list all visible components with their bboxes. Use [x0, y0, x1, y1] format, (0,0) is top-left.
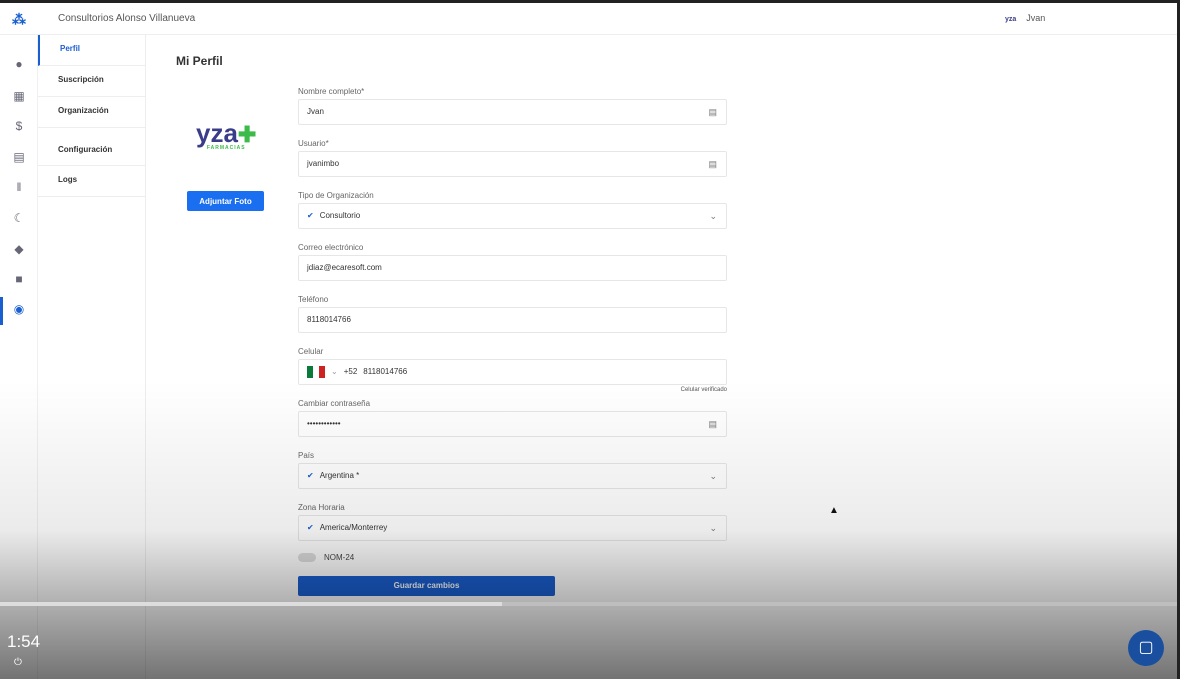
video-progress-bar[interactable]: [0, 602, 1180, 606]
submenu-organizacion[interactable]: Organización: [38, 97, 145, 128]
username-label: Usuario*: [298, 139, 329, 148]
password-label: Cambiar contraseña: [298, 399, 371, 408]
phone-label: Teléfono: [298, 295, 329, 304]
phone-input[interactable]: 8118014766: [298, 307, 727, 333]
chevron-down-icon: ⌄: [709, 523, 717, 533]
attach-photo-button[interactable]: Adjuntar Foto: [187, 191, 264, 211]
country-select[interactable]: ✔ Argentina * ⌄: [298, 463, 727, 489]
org-type-label: Tipo de Organización: [298, 191, 374, 200]
submenu-perfil[interactable]: Perfil: [38, 35, 145, 66]
submenu-configuracion[interactable]: Configuración: [38, 128, 145, 166]
chat-icon[interactable]: ◆: [12, 242, 26, 256]
save-changes-button[interactable]: Guardar cambios: [298, 575, 555, 596]
mobile-label: Celular: [298, 347, 324, 356]
page-title: Mi Perfil: [176, 54, 223, 68]
submenu-logs[interactable]: Logs: [38, 166, 145, 197]
nom24-label: NOM-24: [324, 553, 355, 562]
billing-dollar-icon[interactable]: $: [12, 119, 26, 133]
email-input[interactable]: jdiaz@ecaresoft.com: [298, 255, 727, 281]
app-logo-icon[interactable]: ⁂: [12, 11, 26, 28]
organization-name: Consultorios Alonso Villanueva: [58, 13, 196, 24]
dashboard-icon[interactable]: ●: [12, 57, 26, 71]
chat-support-icon[interactable]: ▢: [1128, 630, 1164, 666]
chevron-down-icon: ⌄: [709, 211, 717, 221]
power-icon[interactable]: ⏻: [14, 657, 22, 668]
profile-logo: yza✚ FARMACIAS: [196, 118, 257, 151]
full-name-label: Nombre completo*: [298, 87, 365, 96]
video-progress-fill: [0, 602, 502, 606]
chevron-down-icon: ⌄: [709, 471, 717, 481]
marketing-icon[interactable]: ☾: [12, 211, 26, 225]
email-label: Correo electrónico: [298, 243, 364, 252]
mouse-cursor-icon: ▲: [829, 505, 839, 516]
country-label: País: [298, 451, 315, 460]
edit-icon[interactable]: ▤: [708, 412, 717, 436]
submenu-suscripcion[interactable]: Suscripción: [38, 66, 145, 97]
calendar-icon[interactable]: ▦: [12, 89, 26, 103]
edit-icon[interactable]: ▤: [708, 100, 717, 124]
full-name-input[interactable]: Jvan ▤: [298, 99, 727, 125]
chevron-down-icon[interactable]: ⌄: [331, 367, 338, 376]
app-header: ⁂ Consultorios Alonso Villanueva yza Jvan: [0, 3, 1177, 35]
nom24-toggle[interactable]: [298, 553, 316, 563]
profile-form: Nombre completo* Jvan ▤ Usuario* jvanimbo…: [298, 85, 727, 596]
org-type-select[interactable]: ✔ Consultorio ⌄: [298, 203, 727, 229]
video-call-icon[interactable]: ■: [12, 272, 26, 286]
check-icon: ✔: [307, 471, 314, 480]
user-menu[interactable]: yza Jvan: [1005, 13, 1045, 23]
video-time: 1:54: [7, 632, 41, 651]
reports-chart-icon[interactable]: ‖: [12, 180, 26, 194]
records-icon[interactable]: ▤: [12, 150, 26, 164]
timezone-label: Zona Horaria: [298, 503, 345, 512]
edit-icon[interactable]: ▤: [708, 152, 717, 176]
icon-sidebar: ● ▦ $ ▤ ‖ ☾ ◆ ■ ◉: [0, 35, 38, 679]
timezone-select[interactable]: ✔ America/Monterrey ⌄: [298, 515, 727, 541]
user-name: Jvan: [1026, 13, 1046, 23]
mobile-input[interactable]: ⌄ +52 8118014766: [298, 359, 727, 385]
active-indicator: [0, 297, 3, 325]
check-icon: ✔: [307, 523, 314, 532]
settings-icon[interactable]: ◉: [12, 302, 26, 316]
mexico-flag-icon[interactable]: [307, 365, 325, 378]
username-input[interactable]: jvanimbo ▤: [298, 151, 727, 177]
settings-submenu: Perfil Suscripción Organización Configur…: [38, 35, 146, 679]
mobile-verified-label: Celular verificado: [680, 387, 727, 393]
password-input[interactable]: •••••••••••• ▤: [298, 411, 727, 437]
check-icon: ✔: [307, 211, 314, 220]
user-logo: yza: [1005, 16, 1017, 23]
